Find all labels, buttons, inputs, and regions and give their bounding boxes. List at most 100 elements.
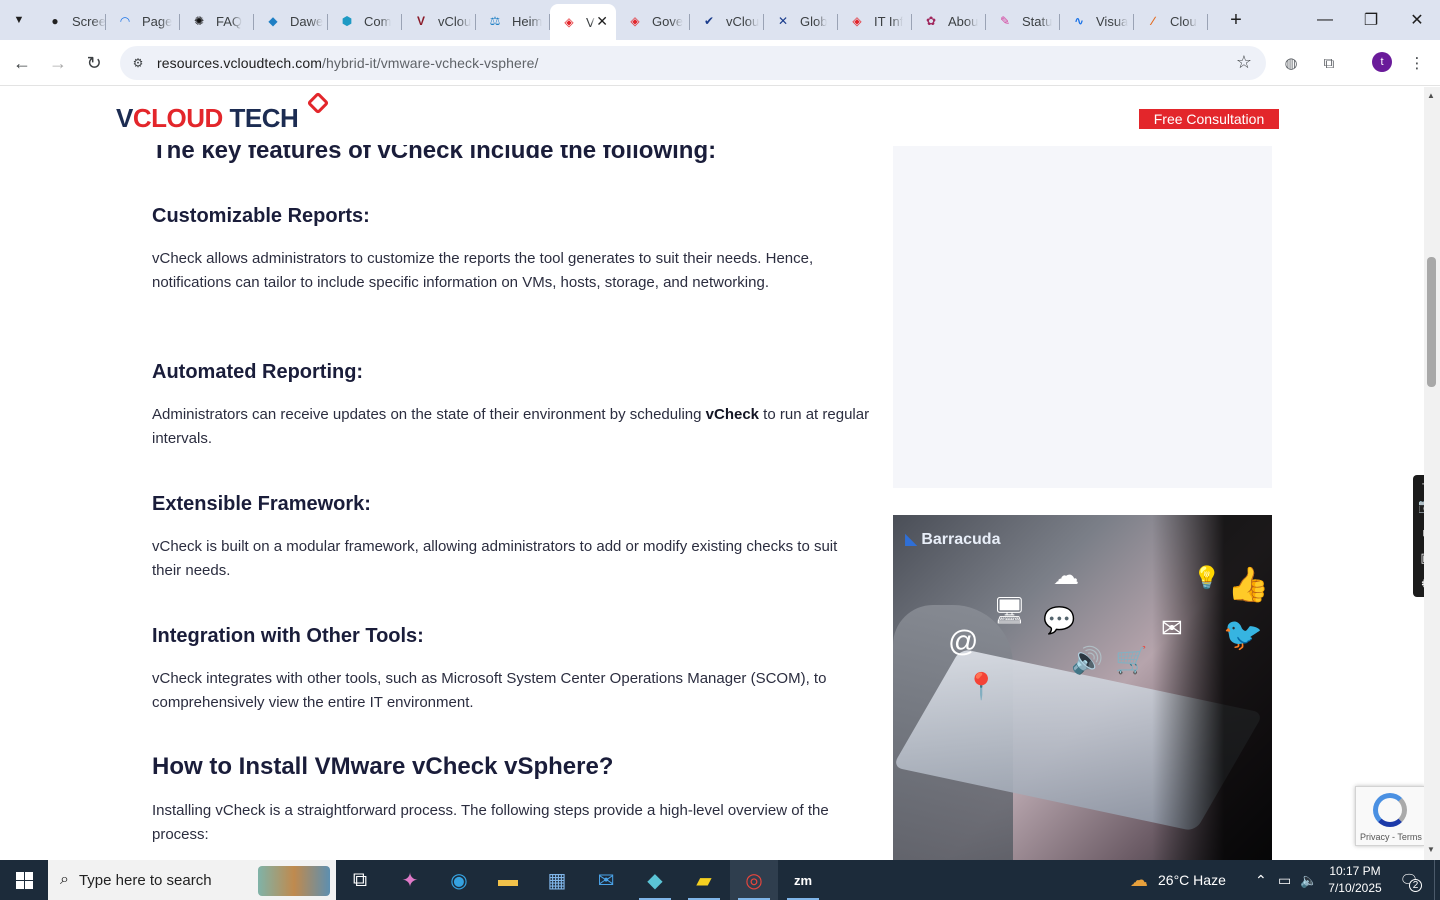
- logo-cloud: CLOUD: [132, 103, 223, 133]
- browser-tab[interactable]: ◈ Gove: [616, 6, 690, 36]
- sticky-notes-icon[interactable]: ▰: [680, 860, 728, 900]
- scroll-down-arrow-icon[interactable]: ▼: [1427, 845, 1435, 854]
- browser-tab[interactable]: ◈ IT Inf: [838, 6, 912, 36]
- back-button[interactable]: ←: [9, 50, 35, 76]
- store-icon[interactable]: ▦: [533, 860, 581, 900]
- sidebar-ad-placeholder: [893, 146, 1272, 488]
- scroll-up-arrow-icon[interactable]: ▲: [1427, 91, 1435, 100]
- orb-icon: ✿: [925, 14, 937, 28]
- tab-label: Scree: [72, 13, 106, 29]
- network-icon[interactable]: ▭: [1278, 860, 1291, 900]
- search-placeholder: Type here to search: [78, 871, 212, 889]
- taskbar-search-box[interactable]: ⌕ Type here to search: [48, 860, 336, 900]
- cart-icon: 🛒: [1115, 645, 1148, 675]
- tab-label: Gove: [652, 13, 684, 29]
- tab-label: vClou: [726, 13, 760, 29]
- weather-text: 26°C Haze: [1158, 872, 1226, 888]
- steam-like-icon: ●: [51, 14, 59, 28]
- new-tab-button[interactable]: +: [1224, 8, 1248, 32]
- tab-label: Heim: [512, 13, 543, 29]
- site-info-icon[interactable]: ⚙: [128, 53, 148, 73]
- start-button[interactable]: [0, 860, 48, 900]
- close-tab-icon[interactable]: ✕: [596, 13, 608, 30]
- tab-label: vClou: [438, 13, 472, 29]
- recaptcha-terms[interactable]: Privacy - Terms: [1360, 832, 1422, 842]
- browser-tab[interactable]: VvClou: [402, 6, 476, 36]
- browser-tab[interactable]: ✎ Statu: [986, 6, 1060, 36]
- minimize-button[interactable]: —: [1302, 0, 1348, 40]
- browser-tab[interactable]: ● Scree: [36, 6, 106, 36]
- windows-taskbar: ⌕ Type here to search ⧉ ✦ ◉ ▬ ▦ ✉ ◆ ▰ ◎ …: [0, 860, 1440, 900]
- weather-widget[interactable]: ☁ 26°C Haze: [1130, 860, 1226, 900]
- search-highlight-image: [258, 866, 330, 896]
- system-clock[interactable]: 10:17 PM 7/10/2025: [1322, 863, 1388, 897]
- text-run: Administrators can receive updates on th…: [152, 406, 706, 423]
- profile-avatar[interactable]: t: [1372, 52, 1392, 72]
- barracuda-promo-image[interactable]: ◣ Barracuda ☁ 💡 👍 🖥 💬 ✉ 🐦 @ 🔊 🛒 📍: [893, 515, 1272, 860]
- browser-tab[interactable]: ◠ Page: [106, 6, 180, 36]
- cloud-icon: ☁: [1053, 560, 1079, 590]
- browser-tab[interactable]: ✔ vClou: [690, 6, 764, 36]
- scroll-thumb[interactable]: [1427, 257, 1436, 387]
- translate-icon[interactable]: ◍: [1280, 52, 1302, 74]
- hexagon-icon: ⬢: [341, 14, 353, 28]
- mail-app-icon[interactable]: ✉: [582, 860, 630, 900]
- browser-tab[interactable]: ✺ FAQ: [180, 6, 254, 36]
- chrome-icon[interactable]: ◎: [730, 860, 778, 900]
- close-window-button[interactable]: ✕: [1394, 0, 1440, 40]
- forward-button[interactable]: →: [45, 50, 71, 76]
- url-text[interactable]: resources.vcloudtech.com/hybrid-it/vmwar…: [157, 55, 539, 71]
- promo-brand-text: Barracuda: [921, 531, 1001, 548]
- recaptcha-badge[interactable]: Privacy - Terms: [1355, 786, 1424, 846]
- extensions-icon[interactable]: ⧉: [1318, 52, 1340, 74]
- free-consultation-button[interactable]: Free Consultation: [1139, 109, 1279, 129]
- file-explorer-icon[interactable]: ▬: [484, 860, 532, 900]
- address-bar[interactable]: ⚙ resources.vcloudtech.com/hybrid-it/vmw…: [120, 46, 1266, 80]
- search-icon: ⌕: [60, 871, 69, 888]
- task-view-icon[interactable]: ⧉: [336, 860, 384, 900]
- browser-tab[interactable]: ⚖ Heim: [476, 6, 550, 36]
- twitter-bird-icon: 🐦: [1223, 616, 1263, 652]
- tab-label: Statu: [1022, 13, 1053, 29]
- show-desktop-button[interactable]: [1434, 860, 1440, 900]
- tab-label: Dawe: [290, 13, 324, 29]
- browser-tab[interactable]: ∕ Clou: [1134, 6, 1208, 36]
- pen-icon: ✎: [999, 14, 1011, 28]
- restore-button[interactable]: ❐: [1348, 0, 1394, 40]
- notification-center-icon[interactable]: 🗨 2: [1396, 868, 1422, 892]
- tab-label: FAQ: [216, 13, 243, 29]
- menu-kebab-icon[interactable]: ⋮: [1406, 52, 1428, 74]
- tab-label: Visua: [1096, 13, 1129, 29]
- tab-search-button[interactable]: ▼: [6, 8, 32, 32]
- show-hidden-icons[interactable]: ⌃: [1255, 860, 1267, 900]
- section-body-integration: vCheck integrates with other tools, such…: [152, 670, 827, 711]
- browser-tab[interactable]: ∿ Visua: [1060, 6, 1134, 36]
- browser-tab[interactable]: ✿ Abou: [912, 6, 986, 36]
- browser-tab[interactable]: ✕ Glob: [764, 6, 838, 36]
- bookmark-star-icon[interactable]: ☆: [1236, 52, 1252, 73]
- edge-icon[interactable]: ◉: [435, 860, 483, 900]
- pulse-icon: ∿: [1073, 14, 1085, 28]
- reload-button[interactable]: ↻: [81, 50, 107, 76]
- dawe-app-icon[interactable]: ◆: [631, 860, 679, 900]
- install-intro: Installing vCheck is a straightforward p…: [152, 802, 829, 843]
- logo-v: V: [116, 103, 133, 133]
- browser-tab[interactable]: ◈ V ✕: [550, 4, 616, 40]
- tab-label: V: [586, 14, 595, 30]
- gauge-icon: ◠: [120, 14, 130, 28]
- browser-tab[interactable]: ⬢ Com: [328, 6, 402, 36]
- page-scrollbar[interactable]: ▲ ▼: [1424, 87, 1440, 860]
- at-sign-icon: @: [948, 625, 979, 658]
- browser-tab[interactable]: ◆ Dawe: [254, 6, 328, 36]
- sound-icon: 🔊: [1071, 645, 1104, 675]
- tab-label: IT Inf: [874, 13, 904, 29]
- clock-date: 7/10/2025: [1328, 881, 1382, 895]
- section-body-extensible-framework: vCheck is built on a modular framework, …: [152, 538, 838, 579]
- vcloud-tech-logo[interactable]: VCLOUD TECH: [116, 91, 330, 134]
- copilot-icon[interactable]: ✦: [386, 860, 434, 900]
- volume-icon[interactable]: 🔈: [1300, 860, 1317, 900]
- zoom-icon[interactable]: zm: [779, 860, 827, 900]
- diamond-icon: ◆: [268, 14, 278, 28]
- vcloud-tech-icon: ◈: [630, 14, 640, 28]
- tab-label: Clou: [1170, 13, 1197, 29]
